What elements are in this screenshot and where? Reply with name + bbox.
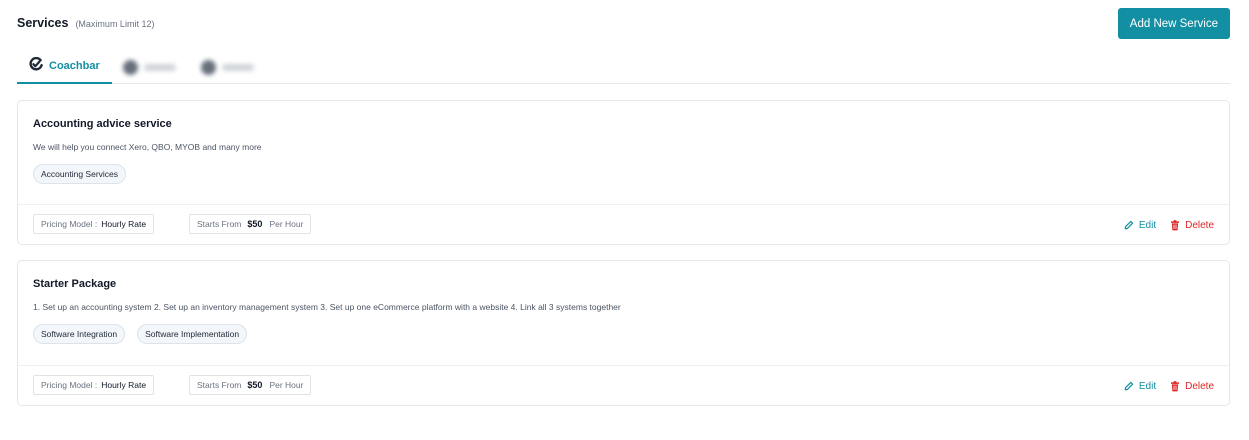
services-header: Services (Maximum Limit 12) Add New Serv…: [17, 8, 1230, 40]
edit-label: Edit: [1138, 380, 1157, 392]
starts-from-label: Starts From: [197, 380, 242, 390]
edit-button[interactable]: Edit: [1124, 381, 1156, 392]
provider-tabs: Coachbar: [17, 50, 1230, 84]
starts-from-chip: Starts From $50 Per Hour: [189, 214, 312, 234]
service-tag: Software Implementation: [137, 324, 248, 344]
tab-coachbar[interactable]: Coachbar: [17, 50, 112, 84]
pencil-icon: [1124, 381, 1134, 391]
price-unit: Per Hour: [269, 219, 304, 229]
trash-icon: [1170, 219, 1180, 231]
delete-label: Delete: [1185, 380, 1214, 392]
blurred-tab-label: [222, 63, 254, 71]
starts-from-chip: Starts From $50 Per Hour: [189, 375, 312, 395]
service-tags: Software Integration Software Implementa…: [33, 324, 1214, 344]
title-group: Services (Maximum Limit 12): [17, 16, 154, 30]
edit-button[interactable]: Edit: [1124, 220, 1156, 231]
blurred-logo-icon: [123, 59, 138, 75]
service-card-footer: Pricing Model : Hourly Rate Starts From …: [18, 365, 1229, 405]
price-value: $50: [247, 219, 263, 229]
edit-label: Edit: [1138, 219, 1157, 231]
trash-icon: [1170, 380, 1180, 392]
service-tag: Software Integration: [33, 324, 126, 344]
card-actions: Edit Delete: [1124, 205, 1214, 245]
card-actions: Edit Delete: [1124, 366, 1214, 406]
service-card: Starter Package 1. Set up an accounting …: [17, 260, 1230, 406]
pricing-model-value: Hourly Rate: [101, 380, 147, 390]
page-title: Services: [17, 16, 69, 30]
service-title: Accounting advice service: [33, 118, 172, 130]
tab-blurred-1[interactable]: [123, 50, 176, 84]
delete-button[interactable]: Delete: [1170, 220, 1214, 231]
coachbar-logo-icon: [29, 56, 43, 76]
add-new-service-button[interactable]: Add New Service: [1117, 8, 1230, 39]
service-tag: Accounting Services: [33, 164, 127, 184]
pricing-model-value: Hourly Rate: [101, 219, 147, 229]
blurred-logo-icon: [201, 59, 216, 75]
service-description: 1. Set up an accounting system 2. Set up…: [33, 302, 621, 312]
service-card: Accounting advice service We will help y…: [17, 100, 1230, 245]
pricing-model-label: Pricing Model :: [41, 380, 98, 390]
price-value: $50: [247, 380, 263, 390]
pencil-icon: [1124, 220, 1134, 230]
delete-label: Delete: [1185, 219, 1214, 231]
delete-button[interactable]: Delete: [1170, 381, 1214, 392]
starts-from-label: Starts From: [197, 219, 242, 229]
pricing-model-chip: Pricing Model : Hourly Rate: [33, 375, 155, 395]
tab-blurred-2[interactable]: [201, 50, 254, 84]
pricing-model-chip: Pricing Model : Hourly Rate: [33, 214, 155, 234]
service-title: Starter Package: [33, 278, 117, 290]
service-tags: Accounting Services: [33, 164, 1214, 184]
blurred-tab-label: [144, 63, 176, 71]
pricing-model-label: Pricing Model :: [41, 219, 98, 229]
tab-label: Coachbar: [49, 60, 100, 72]
limit-note: (Maximum Limit 12): [75, 19, 155, 29]
price-unit: Per Hour: [269, 380, 304, 390]
service-card-footer: Pricing Model : Hourly Rate Starts From …: [18, 204, 1229, 244]
service-description: We will help you connect Xero, QBO, MYOB…: [33, 142, 262, 152]
